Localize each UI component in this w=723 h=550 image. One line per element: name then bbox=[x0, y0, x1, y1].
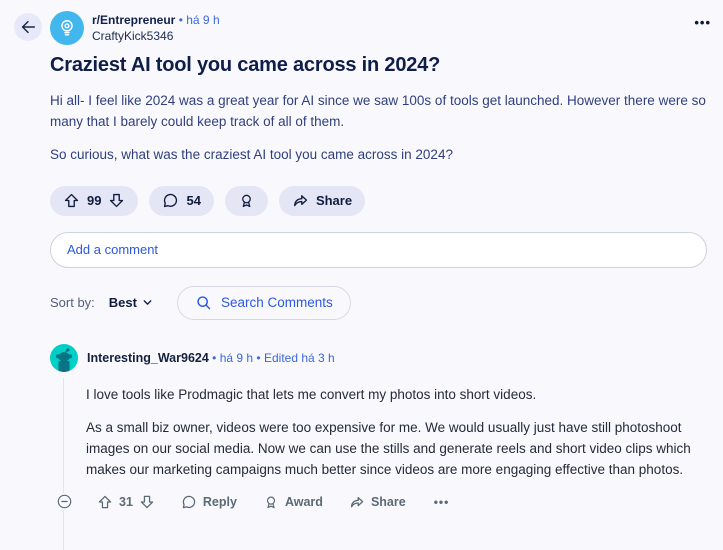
meta-separator: • bbox=[178, 13, 183, 27]
comment-thread-line bbox=[63, 377, 64, 550]
post-paragraph: Hi all- I feel like 2024 was a great yea… bbox=[50, 93, 706, 130]
comment-share-button[interactable]: Share bbox=[349, 494, 406, 510]
commenter-avatar[interactable] bbox=[50, 343, 78, 372]
post-action-row: 99 54 Share bbox=[50, 185, 723, 216]
vote-pill: 99 bbox=[50, 185, 139, 216]
sort-select[interactable]: Best bbox=[109, 295, 154, 310]
share-icon bbox=[292, 192, 309, 209]
collapse-minus-icon bbox=[56, 493, 73, 510]
post-header: r/Entrepreneur • há 9 h CraftyKick5346 •… bbox=[0, 0, 723, 45]
collapse-thread-button[interactable] bbox=[56, 493, 73, 511]
commenter-username[interactable]: Interesting_War9624 bbox=[87, 351, 209, 365]
reply-button[interactable]: Reply bbox=[181, 494, 237, 510]
comment-action-row: 31 Reply Award Share ••• bbox=[50, 493, 707, 511]
comment-award-button[interactable]: Award bbox=[263, 494, 323, 510]
upvote-icon bbox=[97, 494, 113, 510]
snoo-icon bbox=[51, 346, 77, 372]
post-overflow-menu-icon[interactable]: ••• bbox=[694, 16, 711, 30]
comment-overflow-menu-icon[interactable]: ••• bbox=[434, 495, 450, 509]
lightbulb-icon bbox=[56, 17, 78, 39]
comment: Interesting_War9624 • há 9 h • Edited há… bbox=[50, 343, 707, 550]
award-icon bbox=[238, 192, 255, 209]
downvote-icon bbox=[139, 494, 155, 510]
share-button[interactable]: Share bbox=[278, 185, 366, 216]
post-paragraph: So curious, what was the craziest AI too… bbox=[50, 147, 453, 163]
comment-composer bbox=[50, 231, 707, 268]
post-meta: r/Entrepreneur • há 9 h CraftyKick5346 bbox=[92, 11, 220, 44]
comment-edited-timestamp: Edited há 3 h bbox=[263, 350, 335, 365]
subreddit-name[interactable]: r/Entrepreneur bbox=[92, 13, 175, 27]
comment-controls-row: Sort by: Best Search Comments bbox=[50, 285, 723, 320]
comment-share-label: Share bbox=[370, 494, 406, 509]
meta-separator: • bbox=[212, 350, 217, 365]
post-upvote-count: 99 bbox=[87, 193, 102, 209]
upvote-icon[interactable] bbox=[63, 192, 80, 209]
post-author[interactable]: CraftyKick5346 bbox=[92, 28, 220, 44]
comment-downvote-button[interactable] bbox=[139, 494, 155, 510]
back-button[interactable] bbox=[14, 13, 42, 41]
sort-selected-value: Best bbox=[108, 295, 137, 311]
back-arrow-icon bbox=[19, 18, 37, 36]
comment-upvote-count: 31 bbox=[119, 494, 133, 509]
search-comments-label: Search Comments bbox=[220, 295, 333, 311]
share-label: Share bbox=[315, 193, 353, 209]
comment-bubble-icon bbox=[181, 494, 197, 510]
downvote-icon[interactable] bbox=[108, 192, 125, 209]
comment-paragraph: I love tools like Prodmagic that lets me… bbox=[86, 386, 537, 402]
comment-body: I love tools like Prodmagic that lets me… bbox=[86, 384, 720, 481]
sort-by-label: Sort by: bbox=[50, 295, 95, 311]
post-timestamp: há 9 h bbox=[186, 13, 220, 27]
add-comment-input[interactable] bbox=[50, 231, 707, 268]
meta-separator: • bbox=[256, 350, 261, 365]
comment-header: Interesting_War9624 • há 9 h • Edited há… bbox=[50, 343, 707, 372]
comment-vote-group: 31 bbox=[97, 494, 155, 510]
chevron-down-icon bbox=[141, 296, 154, 309]
subreddit-avatar[interactable] bbox=[50, 11, 84, 45]
comments-button[interactable]: 54 bbox=[149, 185, 214, 216]
search-comments-button[interactable]: Search Comments bbox=[176, 285, 351, 320]
comment-bubble-icon bbox=[162, 192, 179, 209]
share-icon bbox=[349, 494, 365, 510]
search-icon bbox=[195, 294, 212, 311]
post-title: Craziest AI tool you came across in 2024… bbox=[50, 54, 441, 76]
award-button[interactable] bbox=[224, 185, 268, 216]
post-body: Hi all- I feel like 2024 was a great yea… bbox=[50, 90, 710, 166]
reply-label: Reply bbox=[202, 494, 237, 509]
comment-paragraph: As a small biz owner, videos were too ex… bbox=[86, 419, 691, 478]
comment-upvote-button[interactable] bbox=[97, 494, 113, 510]
comment-meta: Interesting_War9624 • há 9 h • Edited há… bbox=[87, 351, 335, 365]
award-icon bbox=[263, 494, 279, 510]
award-label: Award bbox=[284, 494, 323, 509]
comment-timestamp: há 9 h bbox=[219, 350, 254, 365]
post-comment-count: 54 bbox=[186, 193, 201, 209]
